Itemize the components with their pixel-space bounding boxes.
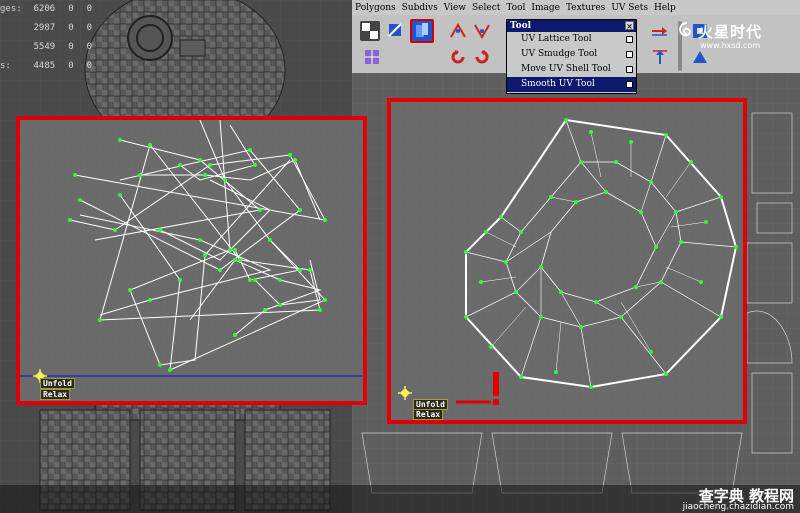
menu-uv-sets[interactable]: UV Sets <box>608 3 651 13</box>
poly-stat-row: ges: 6206 0 0 <box>0 0 92 19</box>
flip-icon[interactable] <box>472 21 492 41</box>
rotate-cw-icon[interactable] <box>472 47 492 67</box>
checker-icon[interactable] <box>360 21 380 41</box>
unfolded-uv-canvas <box>391 102 743 420</box>
poly-stat-value: 2987 <box>33 23 56 33</box>
footer-url: jiaocheng.chazidian.com <box>682 502 794 512</box>
uv-editor-menubar: Polygons Subdivs View Select Tool Image … <box>352 0 800 15</box>
logo-swirl-icon <box>679 22 691 37</box>
close-icon[interactable]: × <box>625 21 634 30</box>
poly-stat-extra: 0 <box>86 23 93 33</box>
option-box-icon[interactable] <box>626 81 633 88</box>
robot-eye-mesh <box>127 15 173 61</box>
arrow-up-icon[interactable] <box>650 47 670 67</box>
flip-icon[interactable] <box>448 21 468 41</box>
poly-stat-label: ges: <box>0 4 22 14</box>
poly-stat-value: 6206 <box>33 4 56 14</box>
poly-stat-label: s: <box>0 61 11 71</box>
poly-stat-extra: 0 <box>68 23 74 33</box>
menu-help[interactable]: Help <box>651 3 679 13</box>
unfold-label[interactable]: Unfold <box>40 378 75 389</box>
grid-icon[interactable] <box>362 47 382 67</box>
poly-stat-extra: 0 <box>68 4 74 14</box>
rotate-ccw-icon[interactable] <box>448 47 468 67</box>
tool-menu-dropdown: Tool × UV Lattice Tool UV Smudge Tool Mo… <box>506 19 637 94</box>
menu-item-label: UV Lattice Tool <box>521 34 592 44</box>
uv-toggle-icon[interactable] <box>386 21 406 41</box>
tangled-uv-canvas <box>20 120 363 401</box>
poly-stat-value: 5549 <box>33 42 56 52</box>
menu-textures[interactable]: Textures <box>563 3 608 13</box>
poly-stat-extra: 0 <box>86 61 93 71</box>
poly-stat-extra: 0 <box>86 42 93 52</box>
menu-item-label: UV Smudge Tool <box>521 49 598 59</box>
poly-stat-label <box>0 38 25 57</box>
poly-stat-extra: 0 <box>68 42 74 52</box>
poly-count-hud: ges: 6206 0 0 2987 0 0 5549 0 0 s: 4485 0 0 <box>0 0 92 76</box>
screenshot-root: ges: 6206 0 0 2987 0 0 5549 0 0 s: 4485 0 0 Polygo… <box>0 0 800 513</box>
arrow-right-icon[interactable] <box>650 21 670 41</box>
menu-item-uv-smudge-tool[interactable]: UV Smudge Tool <box>507 47 636 62</box>
poly-stat-row: s: 4485 0 0 <box>0 57 92 76</box>
relax-label[interactable]: Relax <box>40 389 71 400</box>
poly-stat-row: 2987 0 0 <box>0 19 93 38</box>
menu-polygons[interactable]: Polygons <box>352 3 399 13</box>
logo-main-text: 火星时代 <box>698 23 763 41</box>
tool-menu-title: Tool × <box>507 20 636 32</box>
poly-stat-row: 5549 0 0 <box>0 38 93 57</box>
menu-tool[interactable]: Tool <box>503 3 528 13</box>
menu-image[interactable]: Image <box>528 3 563 13</box>
watermark-footer: 查字典 教程网 jiaocheng.chazidian.com <box>0 485 800 513</box>
selected-tool-icon[interactable] <box>410 19 434 43</box>
option-box-icon[interactable] <box>626 66 633 73</box>
tool-menu-title-text: Tool <box>510 21 532 31</box>
unfold-drag-handle[interactable] <box>493 372 499 396</box>
poly-stat-extra: 0 <box>68 61 74 71</box>
menu-subdivs[interactable]: Subdivs <box>399 3 441 13</box>
poly-stat-extra: 0 <box>86 4 93 14</box>
relax-label[interactable]: Relax <box>413 409 444 420</box>
watermark-logo: 火星时代 www.hxsd.com <box>676 19 794 59</box>
uv-before-panel[interactable]: Unfold Relax <box>16 116 367 405</box>
menu-item-label: Move UV Shell Tool <box>521 64 611 74</box>
poly-stat-value: 4485 <box>33 61 56 71</box>
menu-item-smooth-uv-tool[interactable]: Smooth UV Tool <box>507 77 636 92</box>
option-box-icon[interactable] <box>626 36 633 43</box>
menu-item-move-uv-shell-tool[interactable]: Move UV Shell Tool <box>507 62 636 77</box>
option-box-icon[interactable] <box>626 51 633 58</box>
unfold-drag-handle-dot <box>493 399 499 405</box>
menu-item-uv-lattice-tool[interactable]: UV Lattice Tool <box>507 32 636 47</box>
logo-url-text: www.hxsd.com <box>700 41 761 50</box>
uv-after-panel[interactable]: Unfold Relax <box>387 98 747 424</box>
menu-view[interactable]: View <box>441 3 469 13</box>
menu-item-label: Smooth UV Tool <box>521 79 595 89</box>
menu-select[interactable]: Select <box>469 3 503 13</box>
poly-stat-label <box>0 19 25 38</box>
